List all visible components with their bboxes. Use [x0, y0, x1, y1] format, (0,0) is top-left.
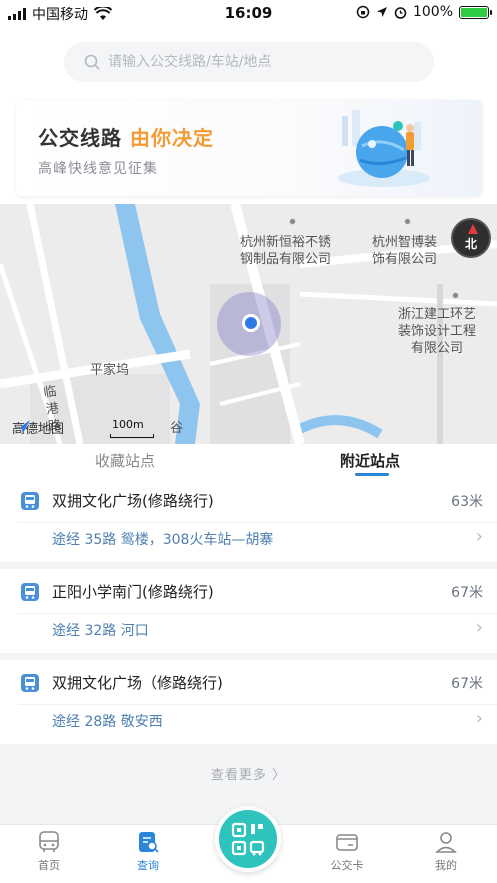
station-name: 双拥文化广场（修路绕行): [52, 674, 223, 692]
card-icon: [336, 834, 358, 851]
tab-nearby-stations[interactable]: 附近站点: [340, 450, 400, 471]
battery-percent: 100%: [412, 4, 453, 20]
amap-logo: 高德地图: [12, 418, 64, 437]
station-tabs: 收藏站点 附近站点: [0, 444, 497, 478]
location-icon: [376, 7, 387, 17]
poi-marker: [452, 292, 459, 299]
promo-banner[interactable]: 公交线路 由你决定 高峰快线意见征集: [16, 100, 482, 196]
nav-bus-card[interactable]: 公交卡: [312, 829, 382, 873]
tab-active-indicator: [355, 473, 389, 476]
station-distance: 67米: [451, 585, 483, 601]
nav-query-label: 查询: [137, 859, 159, 872]
chevron-right-icon: ›: [475, 617, 483, 638]
station-routes: 途经 35路 鸳楼，308火车站—胡寨: [52, 532, 274, 548]
nav-mine[interactable]: 我的: [411, 829, 481, 873]
search-bar[interactable]: [64, 42, 434, 82]
alarm-icon: [394, 6, 407, 19]
station-card[interactable]: 双拥文化广场（修路绕行) 67米 途经 28路 敬安西 ›: [0, 660, 497, 744]
rotation-lock-icon: [356, 5, 370, 19]
divider: [18, 522, 497, 523]
bus-icon: [21, 674, 39, 692]
map-label-village: 平家坞: [90, 363, 130, 378]
chevron-right-icon: ›: [475, 708, 483, 729]
nav-home-label: 首页: [38, 859, 60, 872]
nav-card-label: 公交卡: [330, 859, 364, 872]
map-scale-bar: [110, 434, 154, 438]
search-icon: [84, 54, 100, 70]
view-more-link[interactable]: 查看更多 〉: [0, 764, 497, 783]
poi-marker: [404, 218, 411, 225]
station-name: 双拥文化广场(修路绕行): [52, 492, 214, 510]
bus-icon: [21, 583, 39, 601]
divider: [18, 704, 497, 705]
qr-code-button[interactable]: [215, 806, 281, 872]
station-distance: 67米: [451, 676, 483, 692]
globe-illustration: [338, 110, 430, 187]
status-bar: 中国移动 16:09 100%: [0, 0, 497, 26]
station-card[interactable]: 双拥文化广场(修路绕行) 63米 途经 35路 鸳楼，308火车站—胡寨 ›: [0, 478, 497, 562]
divider: [18, 613, 497, 614]
qr-code-icon: [231, 822, 265, 856]
map-scale: 100m: [112, 418, 144, 431]
bus-icon: [21, 492, 39, 510]
nav-home[interactable]: 首页: [14, 829, 84, 873]
poi-marker: [289, 218, 296, 225]
current-location-dot: [242, 314, 260, 332]
banner-subtitle: 高峰快线意见征集: [38, 161, 158, 177]
chevron-right-icon: ›: [475, 526, 483, 547]
station-routes: 途经 32路 河口: [52, 623, 149, 639]
search-input[interactable]: [108, 54, 408, 70]
amap-logo-icon: [14, 420, 30, 433]
map-view[interactable]: 杭州新恒裕不锈 钢制品有限公司 杭州智博装 饰有限公司 浙江建工环艺 装饰设计工…: [0, 204, 497, 444]
map-label-poi2: 杭州智博装 饰有限公司: [372, 235, 438, 267]
battery-icon: [459, 5, 492, 19]
bus-front-icon: [39, 831, 59, 852]
banner-title-accent: 由你决定: [130, 126, 214, 150]
station-routes: 途经 28路 敬安西: [52, 714, 163, 730]
station-name: 正阳小学南门(修路绕行): [52, 583, 214, 601]
query-icon: [139, 832, 159, 853]
station-distance: 63米: [451, 494, 483, 510]
nav-query[interactable]: 查询: [113, 829, 183, 873]
map-label-poi3: 浙江建工环艺 装饰设计工程 有限公司: [398, 307, 477, 356]
tab-favorite-stations[interactable]: 收藏站点: [95, 450, 155, 471]
nav-mine-label: 我的: [435, 859, 457, 872]
map-label-valley: 谷: [170, 421, 184, 436]
compass-icon[interactable]: 北: [451, 218, 491, 258]
banner-title: 公交线路 由你决定: [38, 122, 214, 151]
station-card[interactable]: 正阳小学南门(修路绕行) 67米 途经 32路 河口 ›: [0, 569, 497, 653]
banner-title-main: 公交线路: [38, 126, 122, 150]
map-label-poi1: 杭州新恒裕不锈 钢制品有限公司: [240, 235, 332, 267]
user-icon: [435, 832, 457, 853]
